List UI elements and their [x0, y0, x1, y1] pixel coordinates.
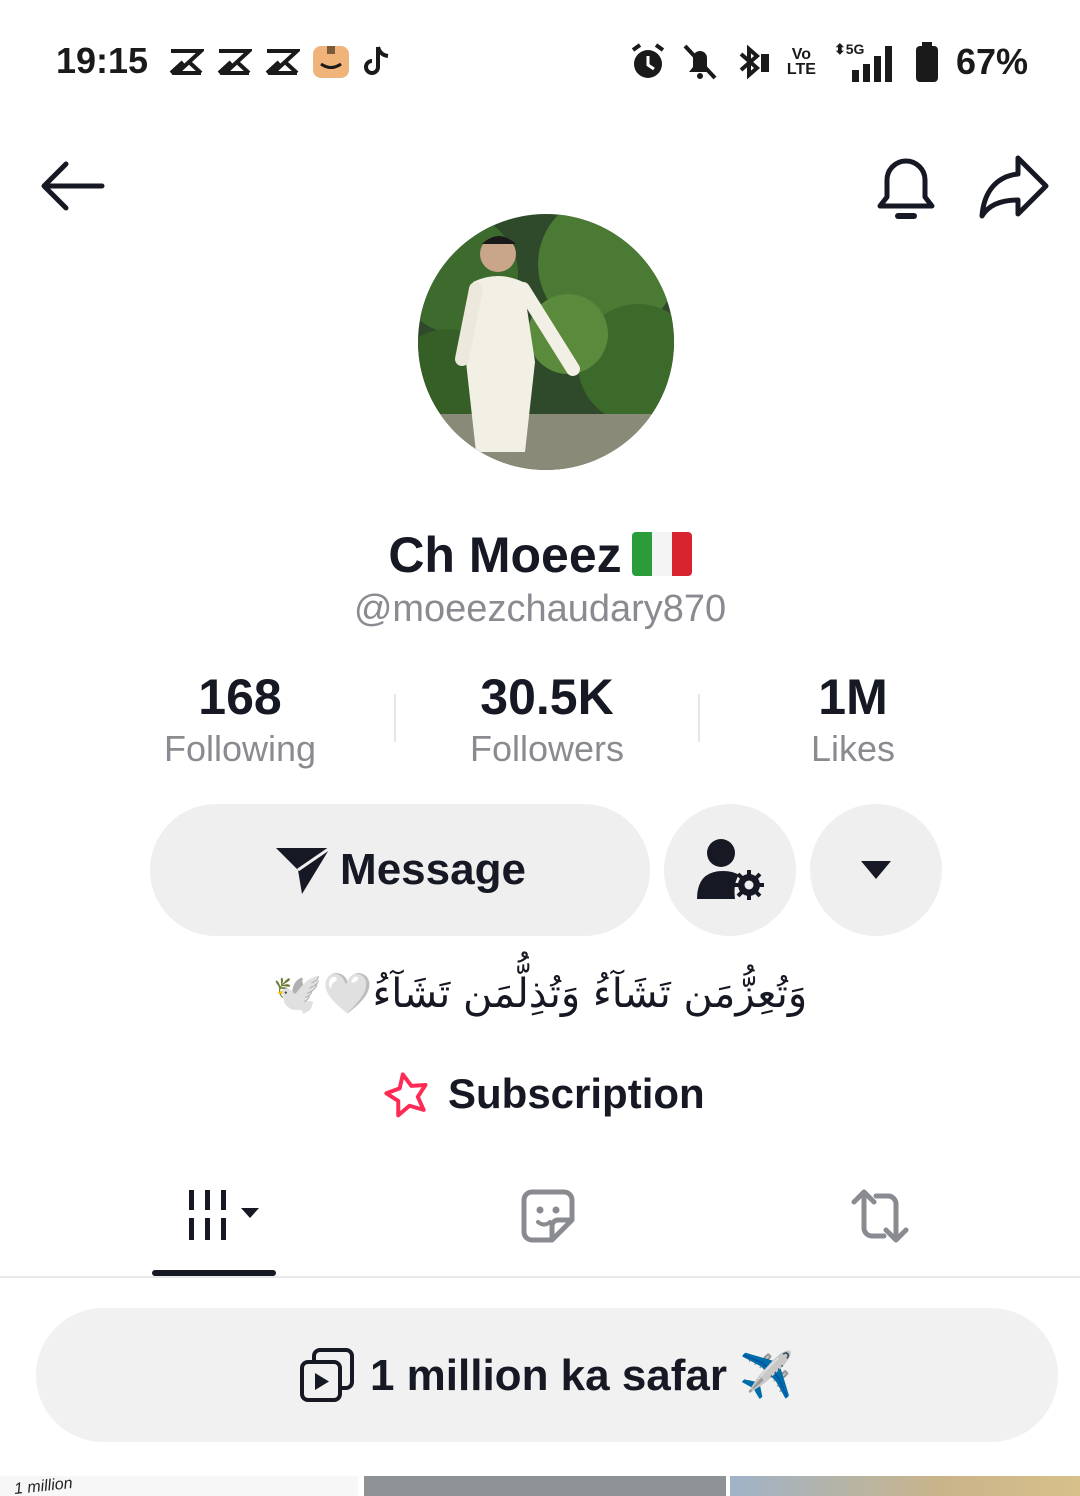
tab-videos[interactable] — [170, 1176, 270, 1256]
tiktok-icon — [364, 46, 389, 75]
avatar-photo — [418, 214, 674, 470]
amazon-icon — [313, 46, 349, 78]
user-settings-icon — [697, 839, 764, 900]
message-button[interactable]: Message — [150, 804, 650, 936]
follow-settings-button[interactable] — [664, 804, 796, 936]
video-thumbnail[interactable]: 1 million — [0, 1476, 358, 1496]
grid-icon — [189, 1190, 259, 1240]
capcut-icon — [265, 49, 300, 75]
share-icon[interactable] — [976, 150, 1052, 222]
tab-reposts[interactable] — [830, 1176, 930, 1256]
video-thumbnail[interactable] — [364, 1476, 726, 1496]
subscription-label: Subscription — [448, 1070, 705, 1117]
battery-percent: 67% — [955, 41, 1028, 82]
repost-icon — [851, 1189, 909, 1243]
likes-label: Likes — [810, 728, 896, 769]
following-label: Following — [163, 728, 317, 769]
star-icon — [384, 1072, 428, 1118]
bluetooth-icon — [739, 44, 769, 80]
video-thumbnail[interactable] — [730, 1476, 1080, 1496]
following-count: 168 — [198, 669, 282, 725]
username: @moeezchaudary870 — [353, 588, 727, 630]
italy-flag-icon — [631, 532, 692, 576]
tabs-divider — [0, 1276, 1080, 1278]
message-label: Message — [340, 845, 526, 894]
thumbnail-caption: 1 million — [13, 1476, 74, 1496]
caret-down-icon — [861, 861, 891, 879]
likes-stat[interactable]: 1M Likes — [733, 668, 973, 772]
signal-icon: ⬍5G — [834, 41, 892, 82]
status-bar: 19:15 Vo LTE ⬍5G 67% — [0, 0, 1080, 120]
followers-stat[interactable]: 30.5K Followers — [427, 668, 667, 772]
more-options-button[interactable] — [810, 804, 942, 936]
notification-icons — [168, 40, 394, 84]
status-time: 19:15 — [56, 40, 149, 81]
bio: وَتُعِزُّمَن تَشَآءُ وَتُذِلُّمَن تَشَآء… — [272, 971, 808, 1017]
following-stat[interactable]: 168 Following — [120, 668, 360, 772]
sticker-icon — [521, 1189, 575, 1243]
followers-count: 30.5K — [480, 669, 614, 725]
svg-text:⬍5G: ⬍5G — [834, 41, 865, 57]
stat-divider — [394, 694, 396, 742]
playlist-icon — [299, 1348, 354, 1402]
capcut-icon — [217, 49, 252, 75]
avatar[interactable] — [418, 214, 674, 470]
likes-count: 1M — [818, 669, 888, 725]
tab-private[interactable] — [498, 1176, 598, 1256]
back-arrow-icon[interactable] — [36, 152, 108, 220]
battery-icon — [915, 42, 938, 82]
subscription-link[interactable]: Subscription — [380, 1064, 705, 1124]
playlist-button[interactable]: 1 million ka safar ✈️ — [36, 1308, 1058, 1442]
followers-label: Followers — [469, 728, 625, 769]
bell-icon[interactable] — [868, 148, 944, 226]
send-icon — [276, 846, 331, 894]
display-name: Ch Moeez — [0, 526, 1080, 584]
playlist-label: 1 million ka safar ✈️ — [369, 1351, 795, 1400]
mute-icon — [683, 44, 717, 80]
capcut-icon — [169, 49, 204, 75]
volte-icon: Vo LTE — [786, 46, 816, 78]
stat-divider — [698, 694, 700, 742]
system-icons: Vo LTE ⬍5G 67% — [629, 38, 1028, 86]
alarm-icon — [631, 43, 665, 78]
